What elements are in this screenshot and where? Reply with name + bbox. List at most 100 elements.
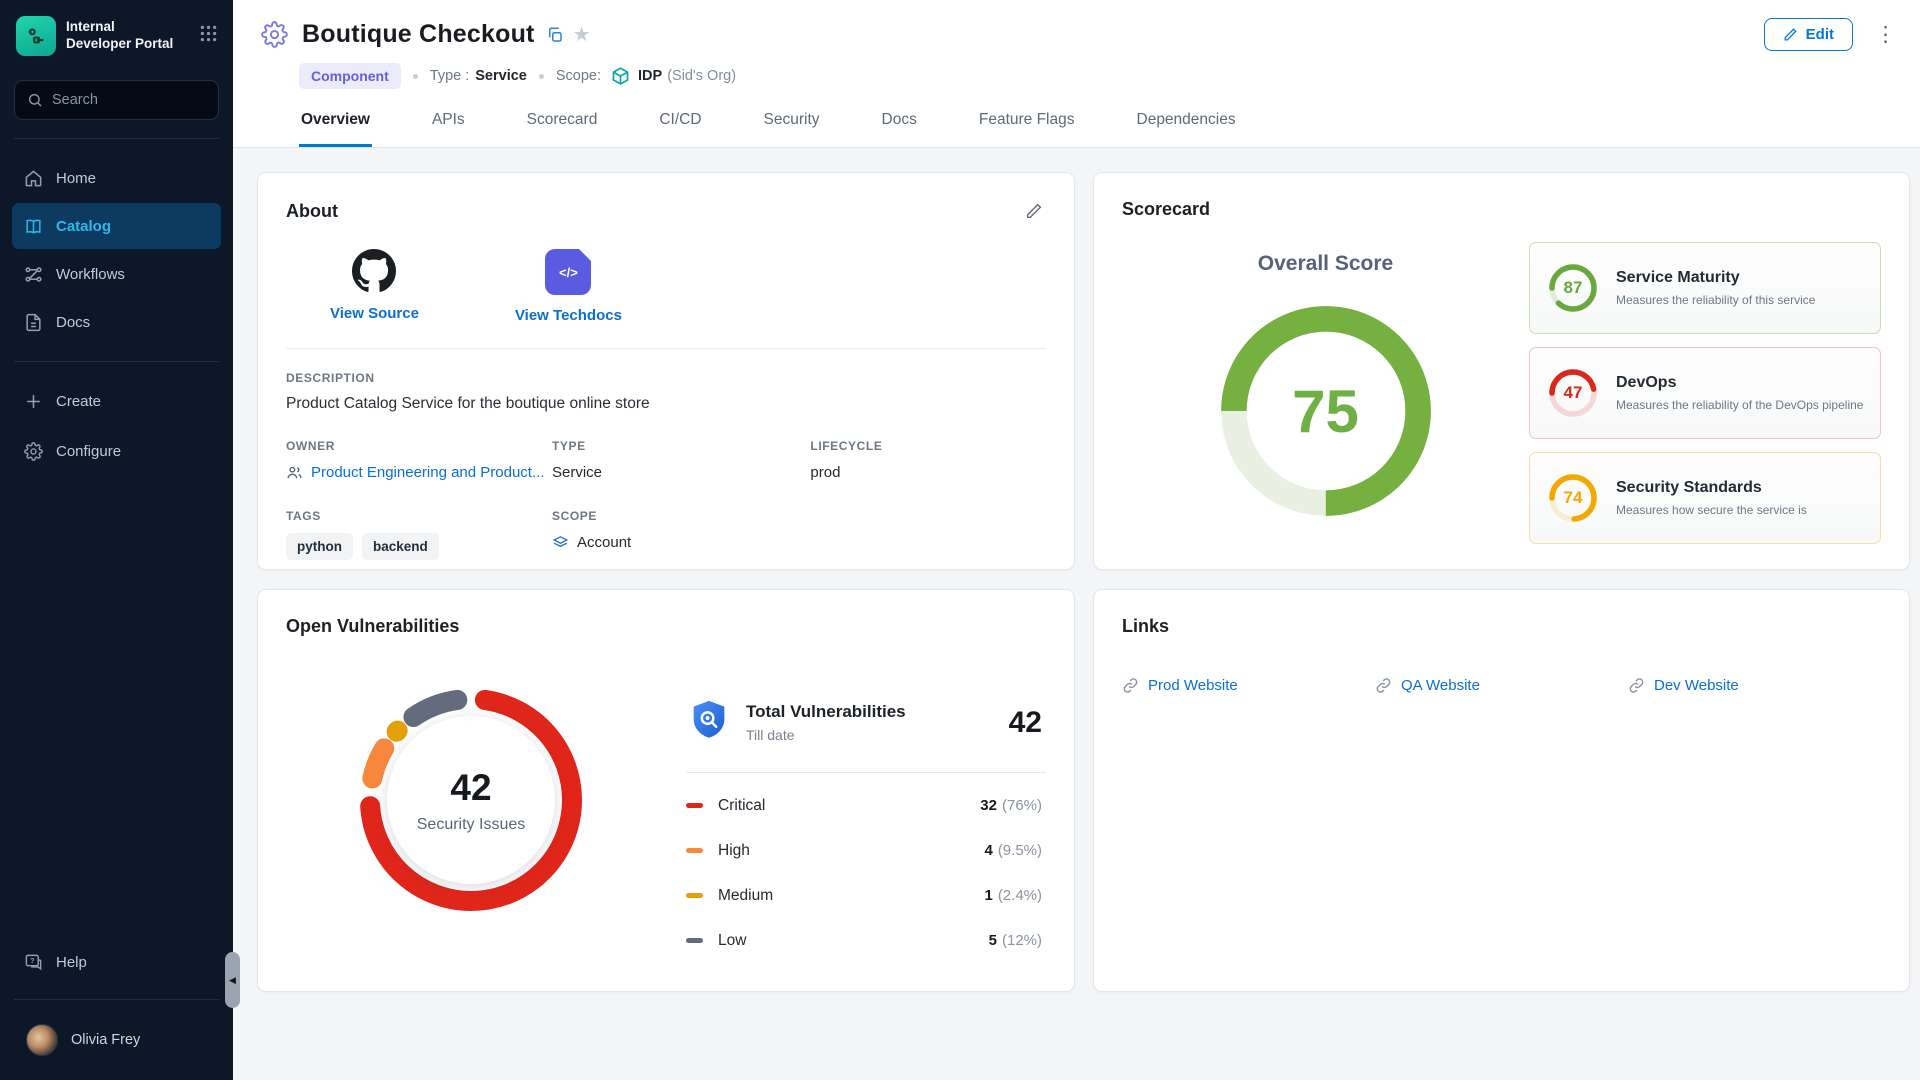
low-swatch [686, 938, 703, 943]
view-techdocs-link[interactable]: </> View Techdocs [515, 249, 622, 324]
tag-chip[interactable]: backend [362, 533, 439, 560]
user-menu[interactable]: Olivia Frey [0, 1014, 233, 1066]
sidebar-divider [14, 361, 219, 362]
divider [686, 772, 1046, 773]
owner-label: OWNER [286, 439, 552, 453]
link-icon [1628, 677, 1645, 694]
docs-icon [24, 313, 43, 332]
sidebar-divider [14, 999, 219, 1000]
edit-about-pencil-icon[interactable] [1022, 199, 1046, 223]
tag-chip[interactable]: python [286, 533, 353, 560]
lifecycle-label: LIFECYCLE [810, 439, 1046, 453]
scope-org: (Sid's Org) [667, 68, 736, 84]
svg-text:?: ? [30, 956, 34, 964]
breadcrumb: Component Type : Service Scope: IDP (Sid… [299, 63, 1896, 89]
logo-circuit-icon [25, 25, 47, 47]
github-icon [352, 249, 396, 293]
sidebar-item-catalog[interactable]: Catalog [12, 203, 221, 249]
tab-apis[interactable]: APIs [430, 111, 467, 147]
scorecard-item-service-maturity[interactable]: 87 Service Maturity Measures the reliabi… [1529, 242, 1881, 334]
app-logo [16, 16, 56, 56]
link-icon [1375, 677, 1392, 694]
tab-feature-flags[interactable]: Feature Flags [977, 111, 1077, 147]
tab-bar: Overview APIs Scorecard CI/CD Security D… [299, 111, 1896, 147]
user-name: Olivia Frey [71, 1032, 140, 1048]
total-vulnerabilities-subtitle: Till date [746, 727, 906, 743]
sidebar-item-create[interactable]: Create [12, 378, 221, 424]
page-title: Boutique Checkout [302, 20, 535, 49]
home-icon [24, 169, 43, 188]
apps-grid-icon[interactable] [198, 23, 219, 49]
sidebar-item-help[interactable]: ? Help [12, 939, 221, 985]
view-source-link[interactable]: View Source [330, 249, 419, 324]
plus-icon [24, 392, 43, 411]
overall-score-value: 75 [1215, 300, 1437, 522]
sidebar-collapse-handle[interactable]: ◀ [225, 952, 240, 1008]
vuln-row-critical: Critical 32(76%) [686, 783, 1046, 828]
sidebar-item-label: Create [56, 393, 101, 410]
tab-cicd[interactable]: CI/CD [657, 111, 703, 147]
component-gear-icon [261, 21, 288, 48]
scorecard-item-devops[interactable]: 47 DevOps Measures the reliability of th… [1529, 347, 1881, 439]
sidebar-search [14, 80, 219, 120]
search-input[interactable] [52, 92, 206, 108]
overall-score-donut: 75 [1215, 300, 1437, 522]
description-text: Product Catalog Service for the boutique… [286, 395, 1046, 413]
tab-security[interactable]: Security [762, 111, 822, 147]
high-swatch [686, 848, 703, 853]
sidebar-item-label: Workflows [56, 266, 125, 283]
owner-link[interactable]: Product Engineering and Product... [286, 464, 552, 481]
app-root: Internal Developer Portal Home [0, 0, 1920, 1080]
tab-docs[interactable]: Docs [880, 111, 919, 147]
sidebar-item-docs[interactable]: Docs [12, 299, 221, 345]
security-issues-label: Security Issues [417, 816, 525, 834]
critical-swatch [686, 803, 703, 808]
scorecard-items: 87 Service Maturity Measures the reliabi… [1529, 242, 1881, 544]
sidebar-footer: ? Help Olivia Frey [0, 937, 233, 1080]
sidebar-divider [14, 138, 219, 139]
more-options-icon[interactable]: ⋮ [1875, 24, 1896, 45]
tab-scorecard[interactable]: Scorecard [525, 111, 600, 147]
vuln-row-high: High 4(9.5%) [686, 828, 1046, 873]
vulnerabilities-donut: 42 Security Issues [350, 679, 592, 921]
sidebar-nav: Home Catalog Workflows Docs [0, 153, 233, 347]
link-prod-website[interactable]: Prod Website [1122, 677, 1375, 694]
overall-score-label: Overall Score [1258, 252, 1393, 276]
link-qa-website[interactable]: QA Website [1375, 677, 1628, 694]
scorecard-card: Scorecard Overall Score 75 [1093, 172, 1910, 570]
sidebar-item-workflows[interactable]: Workflows [12, 251, 221, 297]
link-dev-website[interactable]: Dev Website [1628, 677, 1881, 694]
type-value: Service [475, 68, 527, 84]
sidebar-item-label: Help [56, 954, 87, 971]
vuln-row-low: Low 5(12%) [686, 918, 1046, 963]
vulnerabilities-title: Open Vulnerabilities [286, 616, 1046, 637]
total-vulnerabilities-title: Total Vulnerabilities [746, 702, 906, 722]
scorecard-title: Scorecard [1122, 199, 1881, 220]
link-icon [1122, 677, 1139, 694]
mini-score-donut: 87 [1546, 261, 1600, 315]
vuln-row-medium: Medium 1(2.4%) [686, 873, 1046, 918]
tab-overview[interactable]: Overview [299, 111, 372, 147]
sidebar: Internal Developer Portal Home [0, 0, 233, 1080]
tags-label: TAGS [286, 509, 552, 523]
tab-dependencies[interactable]: Dependencies [1135, 111, 1238, 147]
entity-kind-badge[interactable]: Component [299, 63, 401, 89]
security-issues-count: 42 [450, 767, 491, 809]
sidebar-item-label: Catalog [56, 218, 111, 235]
avatar [26, 1024, 58, 1056]
type-field-label: TYPE [552, 439, 810, 453]
edit-button[interactable]: Edit [1764, 18, 1853, 51]
main-area: Boutique Checkout ★ Edit ⋮ Component Typ… [233, 0, 1920, 1080]
content-grid: About View Source </> View Techdocs [233, 148, 1920, 992]
search-icon [27, 92, 43, 108]
sidebar-item-configure[interactable]: Configure [12, 428, 221, 474]
type-field-value: Service [552, 464, 810, 481]
links-card: Links Prod Website QA Website Dev Websit… [1093, 589, 1910, 992]
sidebar-item-label: Home [56, 170, 96, 187]
divider [286, 348, 1046, 349]
sidebar-item-home[interactable]: Home [12, 155, 221, 201]
scorecard-item-security-standards[interactable]: 74 Security Standards Measures how secur… [1529, 452, 1881, 544]
copy-icon[interactable] [543, 23, 567, 47]
account-scope-icon [552, 534, 569, 551]
favorite-star-icon[interactable]: ★ [573, 22, 591, 47]
